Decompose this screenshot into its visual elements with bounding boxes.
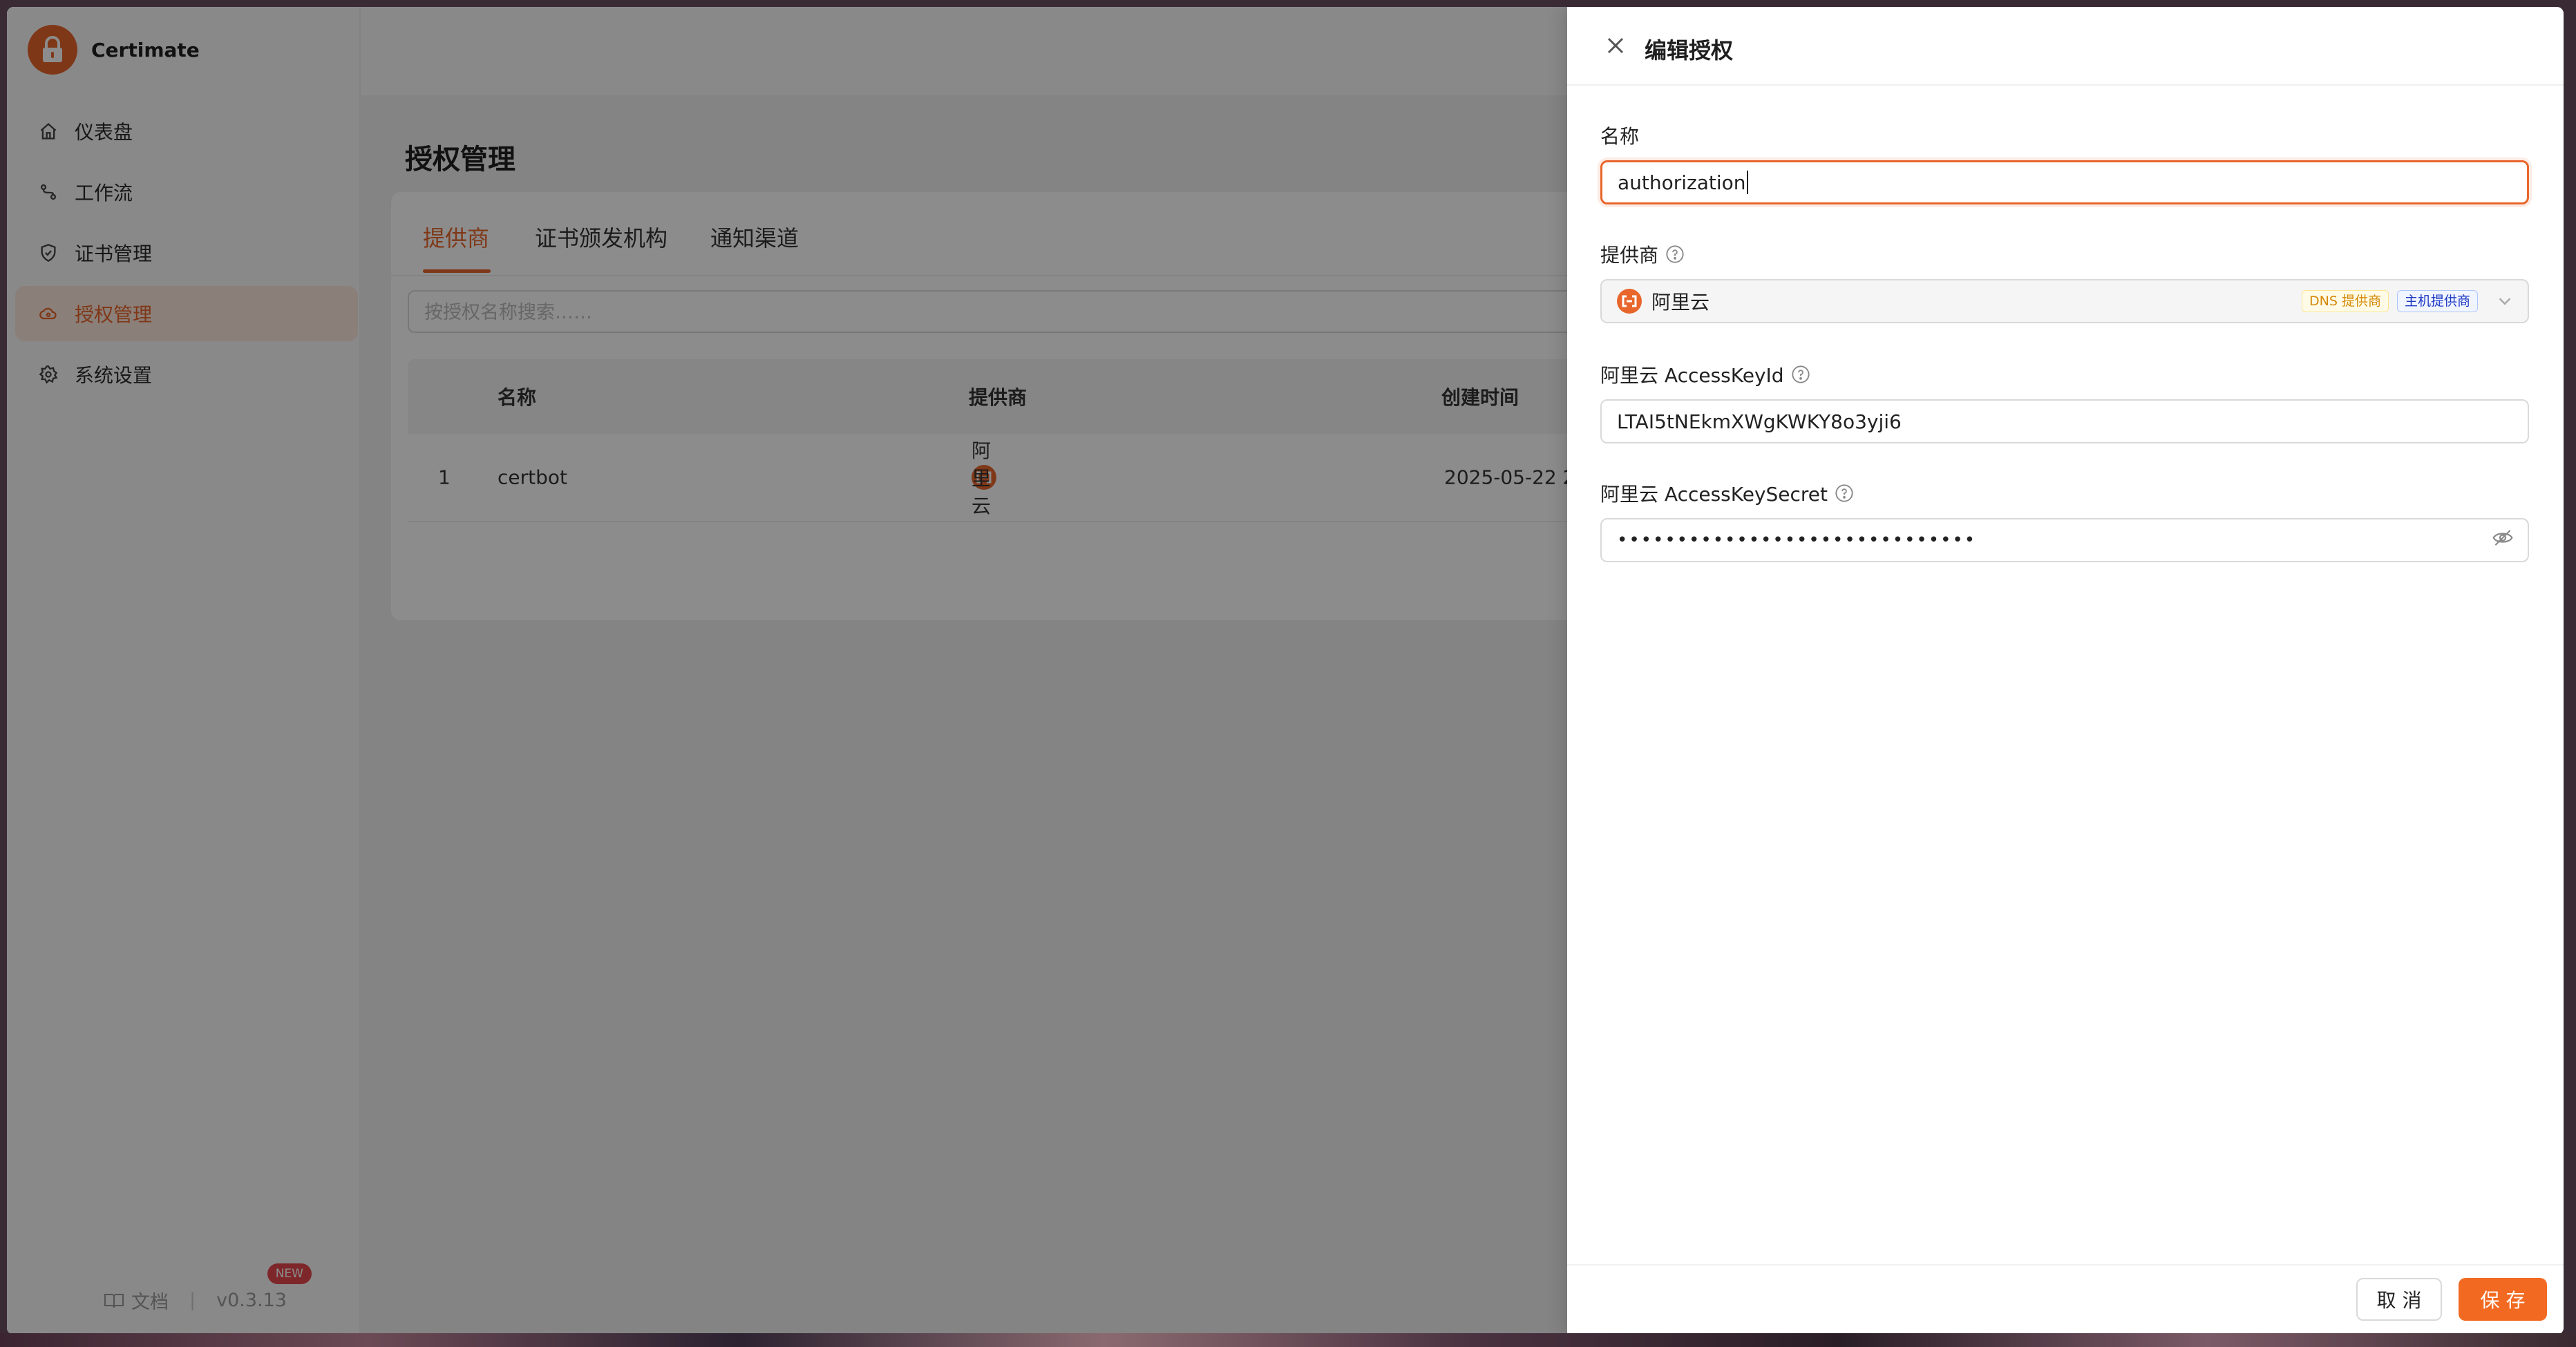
access-key-secret-label-text: 阿里云 AccessKeySecret [1600, 483, 1828, 506]
drawer-header: 编辑授权 [1567, 7, 2564, 86]
drawer-footer: 取 消 保 存 [1567, 1264, 2564, 1335]
access-key-secret-label: 阿里云 AccessKeySecret [1600, 479, 1854, 507]
access-key-id-input[interactable]: LTAI5tNEkmXWgKWKY8o3yji6 [1600, 399, 2529, 443]
desktop-background [0, 1333, 2576, 1347]
app-window: Certimate 仪表盘 工作流 证书管理 授权管理 系统设置 文档 | v0… [7, 7, 2564, 1335]
access-key-secret-input[interactable]: •••••••••••••••••••••••••••••• [1600, 518, 2529, 562]
access-key-secret-value: •••••••••••••••••••••••••••••• [1617, 530, 1977, 551]
name-label-text: 名称 [1600, 125, 1640, 148]
provider-label: 提供商 [1600, 240, 1685, 268]
aliyun-icon [1617, 289, 1642, 314]
text-caret [1746, 171, 1748, 194]
name-input[interactable]: authorization [1600, 160, 2529, 204]
save-button[interactable]: 保 存 [2459, 1278, 2547, 1321]
chevron-down-icon [2499, 298, 2511, 305]
name-value: authorization [1618, 171, 1746, 194]
name-label: 名称 [1600, 122, 1639, 149]
access-key-id-label-text: 阿里云 AccessKeyId [1600, 364, 1784, 387]
dns-provider-tag: DNS 提供商 [2302, 290, 2389, 312]
help-icon[interactable] [1835, 484, 1854, 503]
access-key-id-value: LTAI5tNEkmXWgKWKY8o3yji6 [1617, 410, 1902, 433]
provider-tags: DNS 提供商 主机提供商 [2302, 290, 2515, 312]
provider-label-text: 提供商 [1600, 244, 1659, 267]
host-provider-tag: 主机提供商 [2396, 290, 2478, 312]
close-icon[interactable] [1602, 32, 1629, 59]
help-icon[interactable] [1665, 245, 1685, 264]
cancel-button[interactable]: 取 消 [2356, 1278, 2442, 1321]
provider-value: 阿里云 [1651, 291, 1710, 314]
drawer-title: 编辑授权 [1645, 37, 1734, 64]
eye-off-icon[interactable] [2492, 527, 2514, 554]
edit-authorization-drawer: 编辑授权 名称 authorization 提供商 阿里云 DNS 提供商 主机… [1567, 7, 2564, 1335]
provider-select[interactable]: 阿里云 DNS 提供商 主机提供商 [1600, 279, 2529, 323]
help-icon[interactable] [1791, 365, 1810, 384]
modal-overlay[interactable] [7, 7, 1567, 1335]
access-key-id-label: 阿里云 AccessKeyId [1600, 361, 1810, 388]
